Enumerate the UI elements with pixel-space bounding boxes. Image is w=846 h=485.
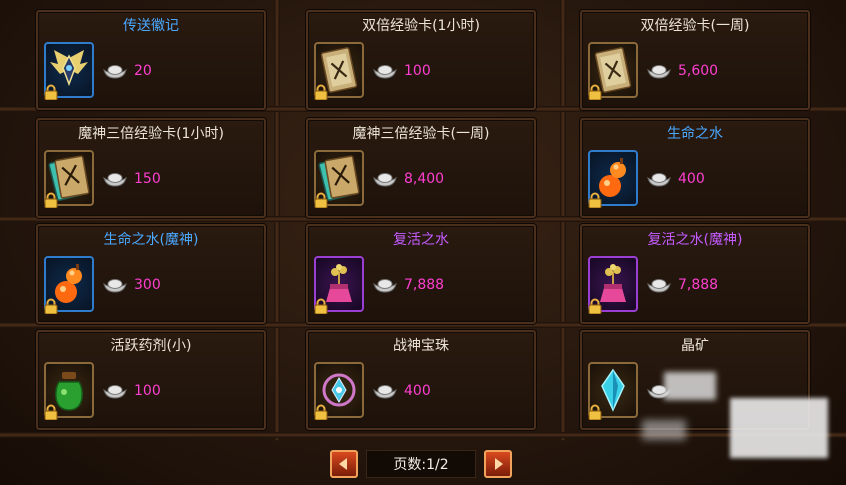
item-name: 复活之水: [393, 232, 449, 248]
item-name: 魔神三倍经验卡(一周): [352, 126, 490, 142]
lock-icon: [588, 84, 602, 101]
lock-icon: [588, 298, 602, 315]
item-price: 150: [134, 171, 161, 187]
item-name: 生命之水: [667, 126, 723, 142]
item-slot[interactable]: [588, 362, 638, 421]
silver-ingot-icon: [102, 276, 128, 294]
shop-item-card[interactable]: 魔神三倍经验卡(1小时) 150: [36, 118, 266, 218]
lock-icon: [588, 404, 602, 421]
item-slot[interactable]: [314, 42, 364, 101]
silver-ingot-icon: [102, 382, 128, 400]
blur-overlay: [642, 420, 686, 440]
shop-item-card[interactable]: 复活之水 7,888: [306, 224, 536, 324]
shop-panel: 传送徽记 20 双倍经验卡(1小时) 100 双倍经验卡(一周) 5,600 魔神三倍经验卡…: [0, 0, 846, 485]
lock-icon: [314, 404, 328, 421]
item-slot[interactable]: [44, 362, 94, 421]
item-price: 7,888: [678, 277, 719, 293]
shop-item-card[interactable]: 魔神三倍经验卡(一周) 8,400: [306, 118, 536, 218]
item-slot[interactable]: [588, 42, 638, 101]
item-price: 20: [134, 63, 152, 79]
lock-icon: [44, 298, 58, 315]
item-name: 魔神三倍经验卡(1小时): [78, 126, 224, 142]
item-name: 战神宝珠: [393, 338, 449, 354]
item-price: 300: [134, 277, 161, 293]
silver-ingot-icon: [646, 276, 672, 294]
page-indicator: 页数:1/2: [366, 450, 476, 478]
item-slot[interactable]: [44, 150, 94, 209]
shop-item-card[interactable]: 传送徽记 20: [36, 10, 266, 110]
item-slot[interactable]: [588, 150, 638, 209]
lock-icon: [44, 84, 58, 101]
item-name: 双倍经验卡(1小时): [362, 18, 480, 34]
lock-icon: [44, 404, 58, 421]
lock-icon: [314, 298, 328, 315]
item-slot[interactable]: [314, 150, 364, 209]
previous-page-button[interactable]: [330, 450, 358, 478]
item-price: 400: [678, 171, 705, 187]
item-slot[interactable]: [314, 256, 364, 315]
next-page-button[interactable]: [484, 450, 512, 478]
silver-ingot-icon: [372, 276, 398, 294]
item-name: 晶矿: [681, 338, 709, 354]
lock-icon: [314, 192, 328, 209]
lock-icon: [314, 84, 328, 101]
item-name: 传送徽记: [123, 18, 179, 34]
shop-item-card[interactable]: 双倍经验卡(一周) 5,600: [580, 10, 810, 110]
shop-item-card[interactable]: 战神宝珠 400: [306, 330, 536, 430]
item-name: 复活之水(魔神): [647, 232, 743, 248]
item-slot[interactable]: [44, 256, 94, 315]
arrow-left-icon: [339, 458, 347, 470]
item-name: 活跃药剂(小): [110, 338, 192, 354]
item-slot[interactable]: [44, 42, 94, 101]
silver-ingot-icon: [102, 170, 128, 188]
item-price: 400: [404, 383, 431, 399]
item-price: 100: [404, 63, 431, 79]
shop-item-card[interactable]: 复活之水(魔神) 7,888: [580, 224, 810, 324]
arrow-right-icon: [495, 458, 503, 470]
silver-ingot-icon: [102, 62, 128, 80]
item-price: 5,600: [678, 63, 719, 79]
item-slot[interactable]: [314, 362, 364, 421]
lock-icon: [588, 192, 602, 209]
blur-overlay: [664, 372, 716, 400]
silver-ingot-icon: [372, 62, 398, 80]
item-name: 生命之水(魔神): [103, 232, 199, 248]
item-price: 100: [134, 383, 161, 399]
silver-ingot-icon: [646, 62, 672, 80]
row-divider: [0, 432, 846, 438]
item-name: 双倍经验卡(一周): [640, 18, 750, 34]
item-price: 8,400: [404, 171, 445, 187]
shop-item-card[interactable]: 生命之水 400: [580, 118, 810, 218]
silver-ingot-icon: [646, 170, 672, 188]
shop-item-card[interactable]: 生命之水(魔神) 300: [36, 224, 266, 324]
shop-item-card[interactable]: 双倍经验卡(1小时) 100: [306, 10, 536, 110]
silver-ingot-icon: [372, 170, 398, 188]
silver-ingot-icon: [372, 382, 398, 400]
blur-overlay: [730, 398, 828, 458]
item-price: 7,888: [404, 277, 445, 293]
item-slot[interactable]: [588, 256, 638, 315]
shop-item-card[interactable]: 活跃药剂(小) 100: [36, 330, 266, 430]
lock-icon: [44, 192, 58, 209]
pagination: 页数:1/2: [330, 448, 512, 480]
